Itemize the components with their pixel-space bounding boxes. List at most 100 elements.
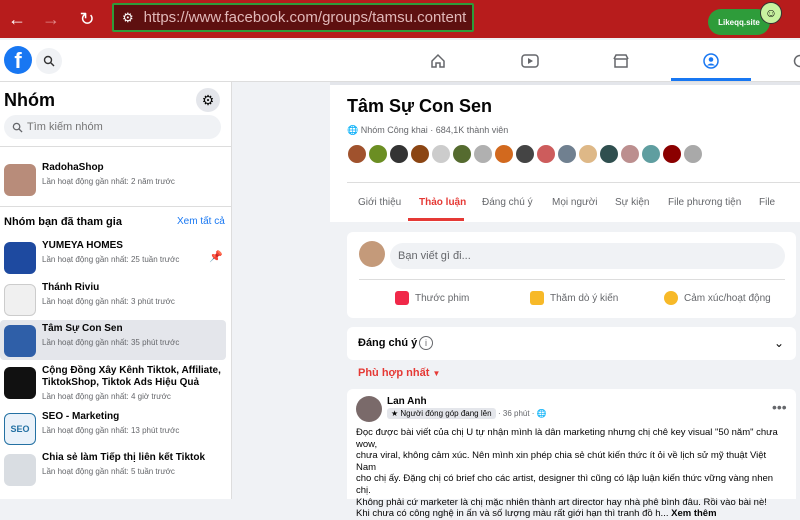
sidebar-title: Nhóm [4, 90, 55, 111]
group-thumbnail [4, 454, 36, 486]
address-bar[interactable]: ⚙ https://www.facebook.com/groups/tamsu.… [112, 3, 474, 32]
avatar[interactable] [599, 144, 619, 164]
group-thumbnail: SEO [4, 413, 36, 445]
sidebar-item-yumeya[interactable]: YUMEYA HOMES Lần hoạt động gần nhất: 25 … [0, 240, 226, 274]
poll-icon [530, 291, 544, 305]
search-icon [12, 122, 23, 133]
reload-icon[interactable]: ↻ [72, 4, 102, 34]
tab-file-phuong-tien[interactable]: File phương tiện [668, 197, 741, 208]
sidebar-item-thanh-riviu[interactable]: Thánh Riviu Lần hoạt động gần nhất: 3 ph… [0, 282, 226, 316]
post-body: Đọc được bài viết của chị U tự nhận mình… [356, 427, 788, 520]
avatar[interactable] [683, 144, 703, 164]
post-line: cho chị ấy. Đặng chị có brief cho các ar… [356, 473, 788, 496]
browser-toolbar: ← → ↻ ⚙ https://www.facebook.com/groups/… [0, 0, 800, 38]
poll-label: Thăm dò ý kiến [550, 293, 618, 304]
group-activity: Lần hoạt động gần nhất: 25 tuần trước [42, 255, 179, 264]
back-icon[interactable]: ← [2, 4, 32, 34]
poll-button[interactable]: Thăm dò ý kiến [530, 291, 618, 305]
cover-edge [330, 82, 800, 85]
group-activity: Lần hoạt động gần nhất: 13 phút trước [42, 426, 179, 435]
group-thumbnail [4, 284, 36, 316]
group-activity: Lần hoạt động gần nhất: 2 năm trước [42, 177, 175, 186]
active-nav-underline [671, 78, 751, 81]
feeling-button[interactable]: Cảm xúc/hoạt động [664, 291, 771, 305]
group-thumbnail [4, 164, 36, 196]
group-title: Tâm Sự Con Sen [347, 96, 492, 117]
avatar[interactable] [452, 144, 472, 164]
group-search-input[interactable] [27, 121, 207, 133]
marketplace-icon[interactable] [606, 48, 636, 74]
forward-icon[interactable]: → [36, 4, 66, 34]
avatar[interactable] [536, 144, 556, 164]
group-activity: Lần hoạt động gần nhất: 5 tuần trước [42, 467, 205, 476]
member-avatars[interactable] [347, 144, 704, 164]
avatar[interactable] [557, 144, 577, 164]
groups-icon[interactable] [696, 48, 726, 74]
site-settings-icon[interactable]: ⚙ [122, 10, 134, 26]
group-thumbnail [4, 242, 36, 274]
see-more-link[interactable]: Xem thêm [671, 508, 716, 519]
avatar[interactable] [389, 144, 409, 164]
avatar[interactable] [347, 144, 367, 164]
smile-icon [664, 291, 678, 305]
sidebar-item-tiktok-community[interactable]: Cộng Đồng Xây Kênh Tiktok, Affiliate, Ti… [0, 365, 226, 401]
divider [359, 279, 785, 280]
post-time[interactable]: · 36 phút · 🌐 [498, 409, 547, 418]
post-author[interactable]: Lan Anh [387, 396, 427, 407]
avatar[interactable] [620, 144, 640, 164]
info-icon[interactable]: i [419, 336, 433, 350]
group-meta-text: Nhóm Công khai · 684,1K thành viên [361, 125, 509, 135]
group-name: RadohaShop [42, 162, 175, 174]
facebook-header: f [0, 40, 800, 82]
group-search[interactable] [4, 115, 221, 139]
tab-su-kien[interactable]: Sự kiện [615, 197, 650, 208]
tab-moi-nguoi[interactable]: Mọi người [552, 197, 598, 208]
avatar[interactable] [410, 144, 430, 164]
gear-icon[interactable]: ⚙ [196, 88, 220, 112]
feeling-label: Cảm xúc/hoạt động [684, 293, 771, 304]
facebook-logo-icon[interactable]: f [4, 46, 32, 74]
avatar[interactable] [359, 241, 385, 267]
reels-button[interactable]: Thước phim [395, 291, 469, 305]
status-badge: ★ Người đóng góp đang lên [387, 408, 496, 419]
group-name: Cộng Đồng Xây Kênh Tiktok, Affiliate, Ti… [42, 365, 222, 389]
avatar[interactable] [494, 144, 514, 164]
avatar[interactable] [515, 144, 535, 164]
sidebar-item-tiep-thi-lien-ket[interactable]: Chia sẻ làm Tiếp thị liên kết Tiktok Lần… [0, 452, 226, 486]
avatar[interactable] [641, 144, 661, 164]
home-icon[interactable] [423, 48, 453, 74]
post-line: Không phải cứ marketer là chị mặc nhiên … [356, 497, 788, 509]
group-activity: Lần hoạt động gần nhất: 35 phút trước [42, 338, 179, 347]
reels-icon [395, 291, 409, 305]
group-thumbnail [4, 325, 36, 357]
avatar[interactable] [431, 144, 451, 164]
composer-input[interactable]: Bạn viết gì đi... [390, 243, 785, 269]
group-name: YUMEYA HOMES [42, 240, 179, 252]
tab-dang-chu-y[interactable]: Đáng chú ý [482, 197, 533, 208]
tab-file[interactable]: File [759, 197, 775, 208]
chevron-down-icon[interactable]: ⌄ [774, 336, 784, 350]
sidebar-item-radohashop[interactable]: RadohaShop Lần hoạt động gần nhất: 2 năm… [0, 162, 226, 196]
tab-gioi-thieu[interactable]: Giới thiệu [358, 197, 401, 208]
see-all-link[interactable]: Xem tất cả [177, 216, 225, 227]
avatar[interactable] [473, 144, 493, 164]
gaming-icon[interactable] [785, 48, 800, 74]
sidebar-item-tam-su-con-sen[interactable]: Tâm Sự Con Sen Lần hoạt động gần nhất: 3… [0, 320, 226, 360]
post-line: Đọc được bài viết của chị U tự nhận mình… [356, 427, 788, 450]
group-tabs: Giới thiệu Thảo luận Đáng chú ý Mọi ngườ… [347, 182, 800, 222]
more-options-icon[interactable]: ••• [772, 399, 787, 415]
search-icon[interactable] [36, 48, 62, 74]
sidebar-item-seo-marketing[interactable]: SEO SEO - Marketing Lần hoạt động gần nh… [0, 411, 226, 445]
post-line: chưa viral, không cảm xúc. Nên mình xin … [356, 450, 788, 473]
avatar[interactable] [578, 144, 598, 164]
avatar[interactable] [356, 396, 382, 422]
avatar[interactable] [662, 144, 682, 164]
tab-thao-luan[interactable]: Thảo luận [419, 197, 466, 208]
avatar[interactable] [368, 144, 388, 164]
sort-label: Phù hợp nhất [358, 367, 429, 379]
sort-dropdown[interactable]: Phù hợp nhất ▼ [358, 367, 440, 379]
joined-groups-heading: Nhóm bạn đã tham gia [4, 216, 122, 228]
groups-sidebar: Nhóm ⚙ RadohaShop Lần hoạt động gần nhất… [0, 82, 232, 499]
group-name: Tâm Sự Con Sen [42, 323, 179, 335]
video-icon[interactable] [515, 48, 545, 74]
